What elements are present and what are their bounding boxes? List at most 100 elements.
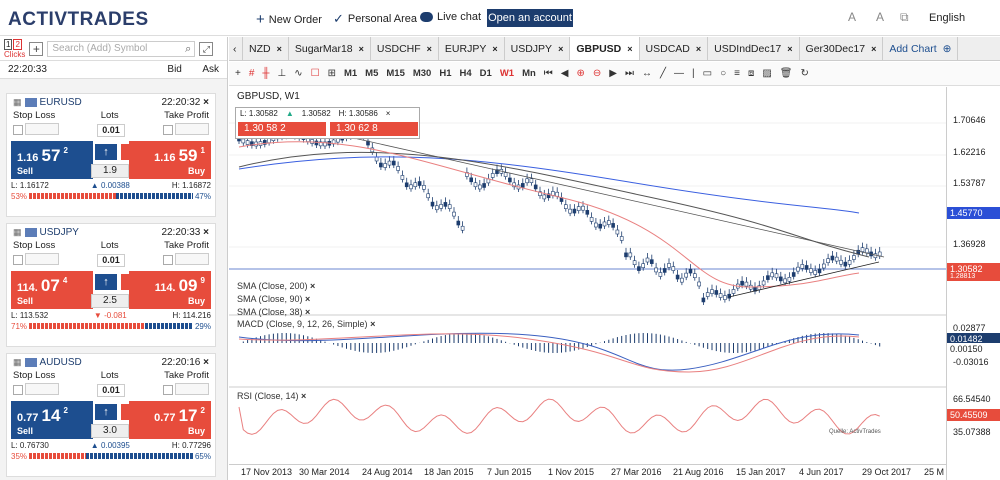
symbol-name[interactable]: ▦ AUDUSD bbox=[13, 357, 82, 368]
circle-icon[interactable]: ○ bbox=[720, 68, 726, 79]
take-profit-checkbox[interactable] bbox=[163, 384, 173, 395]
close-icon[interactable]: × bbox=[386, 109, 391, 118]
font-increase-icon[interactable]: A bbox=[876, 10, 884, 24]
buy-button[interactable]: 114. 09 9 Buy bbox=[129, 271, 211, 309]
live-chat-button[interactable]: Live chat bbox=[420, 11, 481, 23]
one-click-toggle[interactable]: 12 Clicks bbox=[4, 38, 25, 59]
close-icon[interactable]: × bbox=[203, 227, 209, 238]
stop-loss-input[interactable] bbox=[25, 382, 59, 395]
tab-eurjpy[interactable]: EURJPY × bbox=[438, 37, 505, 60]
template-icon[interactable]: ▨ bbox=[762, 68, 771, 79]
table-icon[interactable]: ⊞ bbox=[328, 68, 336, 79]
next-icon[interactable]: ▶ bbox=[609, 68, 617, 79]
tf-m30[interactable]: M30 bbox=[413, 68, 431, 79]
grid-icon[interactable]: # bbox=[249, 68, 255, 79]
buy-button[interactable]: 1.16 59 1 Buy bbox=[129, 141, 211, 179]
plus-icon: + bbox=[256, 11, 265, 28]
close-icon[interactable]: × bbox=[305, 294, 310, 304]
trendline-icon[interactable]: ╱ bbox=[660, 68, 666, 79]
up-triangle-icon: ▲ bbox=[90, 441, 99, 450]
font-decrease-icon[interactable]: A bbox=[848, 10, 856, 24]
add-symbol-button[interactable]: + bbox=[29, 41, 44, 56]
vline-icon[interactable]: | bbox=[692, 68, 695, 79]
bars-icon[interactable]: ⊥ bbox=[278, 68, 287, 79]
tf-m5[interactable]: M5 bbox=[365, 68, 378, 79]
sma-90-legend: SMA (Close, 90) × bbox=[237, 294, 311, 304]
stop-loss-input[interactable] bbox=[25, 122, 59, 135]
indicators-icon[interactable]: ⧈ bbox=[748, 68, 754, 79]
sell-button[interactable]: 0.77 14 2 Sell bbox=[11, 401, 93, 439]
stop-loss-checkbox[interactable] bbox=[13, 384, 23, 395]
tab-scroll-left[interactable]: ‹ bbox=[229, 37, 243, 60]
stop-loss-checkbox[interactable] bbox=[13, 124, 23, 135]
symbol-card-audusd: ▦ AUDUSD 22:20:16 × Stop Loss Lots Take Pro… bbox=[6, 353, 216, 477]
candle bbox=[314, 140, 319, 146]
zoom-out-icon[interactable]: ⊖ bbox=[593, 68, 601, 79]
sell-button[interactable]: 114. 07 4 Sell bbox=[11, 271, 93, 309]
close-icon[interactable]: × bbox=[203, 357, 209, 368]
tab-sugarmar18[interactable]: SugarMar18 × bbox=[288, 37, 371, 60]
chart-area[interactable]: GBPUSD, W1 ▦ L: 1.30582▲1.30582H: 1.3058… bbox=[229, 87, 1000, 480]
personal-area-button[interactable]: ✓ Personal Area bbox=[333, 11, 417, 27]
prev-icon[interactable]: ◀ bbox=[561, 68, 569, 79]
fib-icon[interactable]: ≡ bbox=[734, 68, 740, 79]
add-chart-button[interactable]: Add Chart ⊕ bbox=[883, 37, 959, 60]
lots-input[interactable]: 0.01 bbox=[97, 383, 125, 397]
expand-icon[interactable]: ⤢ bbox=[199, 41, 214, 56]
tf-w1[interactable]: W1 bbox=[500, 68, 514, 79]
symbol-name[interactable]: ▦ EURUSD bbox=[13, 97, 82, 108]
tf-h4[interactable]: H4 bbox=[460, 68, 472, 79]
take-profit-input[interactable] bbox=[175, 122, 209, 135]
open-account-button[interactable]: Open an account bbox=[487, 9, 573, 27]
zoom-in-icon[interactable]: ⊕ bbox=[576, 68, 584, 79]
crosshair-icon[interactable]: + bbox=[235, 68, 241, 79]
sell-button[interactable]: 1.16 57 2 Sell bbox=[11, 141, 93, 179]
take-profit-checkbox[interactable] bbox=[163, 124, 173, 135]
tab-ger30dec17[interactable]: Ger30Dec17 × bbox=[799, 37, 884, 60]
take-profit-input[interactable] bbox=[175, 252, 209, 265]
candle bbox=[379, 162, 383, 168]
tf-h1[interactable]: H1 bbox=[439, 68, 451, 79]
symbol-name[interactable]: ▦ USDJPY bbox=[13, 227, 79, 238]
take-profit-input[interactable] bbox=[175, 382, 209, 395]
tab-gbpusd[interactable]: GBPUSD × bbox=[570, 37, 640, 60]
language-selector[interactable]: English bbox=[929, 12, 965, 24]
trash-icon[interactable]: 🗑 bbox=[780, 68, 793, 79]
lots-input[interactable]: 0.01 bbox=[97, 123, 125, 137]
candles-icon[interactable]: ╫ bbox=[262, 68, 269, 79]
tf-m1[interactable]: M1 bbox=[344, 68, 357, 79]
close-icon[interactable]: × bbox=[370, 319, 375, 329]
lots-input[interactable]: 0.01 bbox=[97, 253, 125, 267]
close-icon[interactable]: × bbox=[301, 391, 306, 401]
stop-loss-input[interactable] bbox=[25, 252, 59, 265]
box-icon[interactable]: ☐ bbox=[311, 68, 320, 79]
tf-m15[interactable]: M15 bbox=[386, 68, 404, 79]
new-order-button[interactable]: + New Order bbox=[256, 11, 322, 28]
tf-mn[interactable]: Mn bbox=[522, 68, 536, 79]
quote-ask[interactable]: 1.30 62 8 bbox=[330, 122, 418, 136]
take-profit-checkbox[interactable] bbox=[163, 254, 173, 265]
close-icon[interactable]: × bbox=[305, 307, 310, 317]
quote-bid[interactable]: 1.30 58 2 bbox=[238, 122, 326, 136]
refresh-icon[interactable]: ↻ bbox=[800, 68, 808, 79]
tab-usdchf[interactable]: USDCHF × bbox=[370, 37, 439, 60]
close-icon[interactable]: × bbox=[203, 97, 209, 108]
first-icon[interactable]: ⏮ bbox=[544, 68, 553, 79]
pan-icon[interactable]: ↔ bbox=[642, 68, 652, 79]
symbol-search-input[interactable]: Search (Add) Symbol ⌕ bbox=[47, 40, 196, 57]
candle bbox=[478, 184, 482, 190]
low-value: L: 0.76730 bbox=[11, 441, 49, 450]
hline-icon[interactable]: — bbox=[674, 68, 684, 79]
last-icon[interactable]: ⏭ bbox=[625, 68, 634, 79]
stop-loss-checkbox[interactable] bbox=[13, 254, 23, 265]
tab-nzd[interactable]: NZD × bbox=[243, 37, 289, 60]
line-icon[interactable]: ∿ bbox=[294, 68, 302, 79]
buy-button[interactable]: 0.77 17 2 Buy bbox=[129, 401, 211, 439]
tab-usdinddec17[interactable]: USDIndDec17 × bbox=[708, 37, 800, 60]
tab-usdjpy[interactable]: USDJPY × bbox=[504, 37, 571, 60]
rect-icon[interactable]: ▭ bbox=[703, 68, 712, 79]
tab-usdcad[interactable]: USDCAD × bbox=[639, 37, 709, 60]
popout-icon[interactable]: ⧉ bbox=[900, 10, 909, 25]
tf-d1[interactable]: D1 bbox=[480, 68, 492, 79]
close-icon[interactable]: × bbox=[310, 281, 315, 291]
